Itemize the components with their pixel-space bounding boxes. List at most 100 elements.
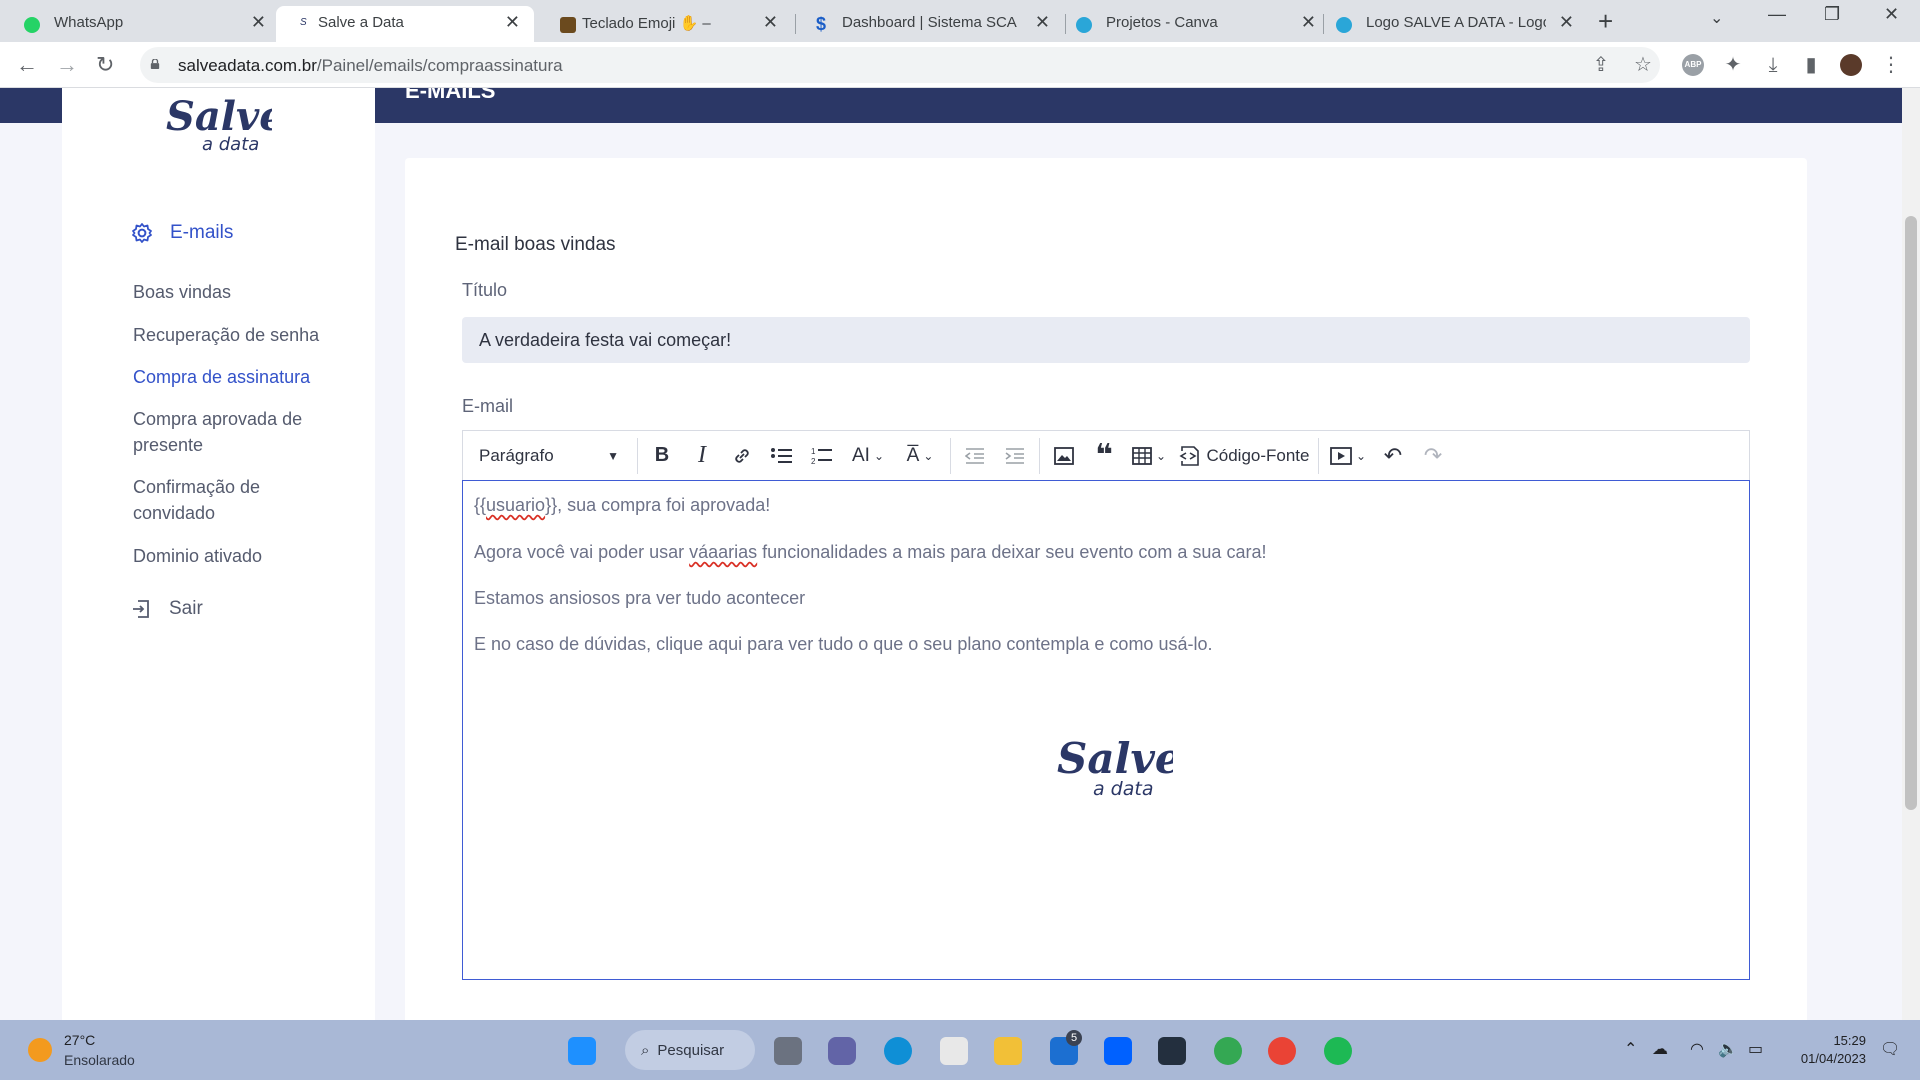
- sidebar-item-confirmacao-convidado[interactable]: Confirmação de convidado: [133, 474, 293, 526]
- close-tab-icon[interactable]: ✕: [251, 12, 266, 33]
- download-icon[interactable]: ⤓: [1762, 54, 1784, 76]
- weather-temperature[interactable]: 27°C: [64, 1032, 95, 1048]
- chrome-profile-icon[interactable]: [1214, 1037, 1242, 1065]
- url-host: salveadata.com.br: [178, 56, 317, 75]
- edge-browser-icon[interactable]: [884, 1037, 912, 1065]
- page-scrollbar-thumb[interactable]: [1905, 216, 1917, 810]
- bulleted-list-icon: [771, 447, 792, 463]
- battery-icon[interactable]: ▭: [1748, 1039, 1763, 1059]
- windows-start-icon[interactable]: [568, 1037, 596, 1065]
- tab-logo-canva[interactable]: Logo SALVE A DATA - Logo ✕: [1324, 6, 1588, 42]
- sidebar: Salve a data E-mails Boas vindas Recuper…: [62, 88, 375, 1020]
- font-style-icon: A̅: [906, 444, 920, 466]
- numbered-list-button[interactable]: 12: [802, 431, 842, 481]
- italic-button[interactable]: I: [682, 431, 722, 481]
- salve-icon: S: [300, 17, 316, 33]
- paragraph-select-value: Parágrafo: [479, 445, 554, 465]
- forward-arrow-icon[interactable]: →: [56, 52, 78, 78]
- tab-search-chevron-icon[interactable]: ⌄: [1710, 8, 1723, 28]
- spotify-icon[interactable]: [1324, 1037, 1352, 1065]
- amazon-icon[interactable]: [1158, 1037, 1186, 1065]
- toolbar-separator: [1318, 437, 1319, 474]
- close-tab-icon[interactable]: ✕: [505, 12, 520, 33]
- more-menu-icon[interactable]: ⋮: [1880, 54, 1902, 76]
- task-view-icon[interactable]: [774, 1037, 802, 1065]
- close-window-button[interactable]: ✕: [1884, 4, 1899, 25]
- url-text[interactable]: salveadata.com.br/Painel/emails/compraas…: [178, 56, 563, 76]
- sidebar-section-emails[interactable]: E-mails: [131, 222, 233, 244]
- blockquote-button[interactable]: ❝: [1084, 431, 1124, 481]
- sidebar-item-dominio-ativado[interactable]: Dominio ativado: [133, 543, 262, 569]
- redo-button[interactable]: ↷: [1413, 431, 1453, 481]
- tab-teclado-emoji[interactable]: Teclado Emoji ✋ – ✕: [536, 6, 792, 42]
- title-input[interactable]: [462, 317, 1750, 363]
- sidebar-item-recuperacao-senha[interactable]: Recuperação de senha: [133, 322, 319, 348]
- bold-button[interactable]: B: [642, 431, 682, 481]
- tab-dashboard-sca[interactable]: $ Dashboard | Sistema SCA ✕: [796, 6, 1064, 42]
- tab-whatsapp[interactable]: WhatsApp ✕: [0, 6, 280, 42]
- insert-media-dropdown[interactable]: ⌄: [1323, 431, 1373, 481]
- mail-badge: 5: [1066, 1030, 1082, 1046]
- close-tab-icon[interactable]: ✕: [1035, 12, 1050, 33]
- paragraph-select[interactable]: Parágrafo ▼: [463, 431, 633, 481]
- new-tab-button[interactable]: +: [1598, 6, 1613, 37]
- extensions-puzzle-icon[interactable]: ✦: [1722, 54, 1744, 76]
- email-logo-line2: a data: [1093, 778, 1153, 800]
- notifications-icon[interactable]: 🗨: [1880, 1039, 1900, 1059]
- minimize-button[interactable]: —: [1768, 4, 1786, 25]
- onedrive-icon[interactable]: ☁: [1652, 1039, 1668, 1059]
- tab-salve-a-data[interactable]: S Salve a Data ✕: [276, 6, 534, 42]
- file-explorer-icon[interactable]: [994, 1037, 1022, 1065]
- restore-button[interactable]: ❐: [1824, 4, 1840, 25]
- sidebar-item-compra-assinatura[interactable]: Compra de assinatura: [133, 364, 310, 390]
- bookmark-star-icon[interactable]: ☆: [1632, 54, 1654, 76]
- share-icon[interactable]: ⇪: [1590, 54, 1612, 76]
- outdent-button[interactable]: [955, 431, 995, 481]
- close-tab-icon[interactable]: ✕: [1301, 12, 1316, 33]
- taskbar-search[interactable]: ⌕ Pesquisar: [625, 1030, 755, 1070]
- sidebar-item-compra-aprovada-presente[interactable]: Compra aprovada de presente: [133, 406, 333, 458]
- side-panel-icon[interactable]: ▮: [1800, 54, 1822, 76]
- chrome-icon[interactable]: [1268, 1037, 1296, 1065]
- reload-icon[interactable]: ↻: [96, 52, 114, 78]
- font-family-dropdown[interactable]: A̅ ⌄: [894, 431, 946, 481]
- undo-button[interactable]: ↶: [1373, 431, 1413, 481]
- system-clock[interactable]: 15:29 01/04/2023: [1801, 1032, 1866, 1068]
- sidebar-section-label: E-mails: [170, 222, 234, 243]
- adblock-extension-icon[interactable]: ABP: [1682, 54, 1704, 76]
- volume-icon[interactable]: 🔈: [1718, 1039, 1738, 1059]
- email-body-line-4: E no caso de dúvidas, clique aqui para v…: [474, 634, 1213, 654]
- font-size-dropdown[interactable]: AI ⌄: [842, 431, 894, 481]
- sidebar-item-boas-vindas[interactable]: Boas vindas: [133, 279, 231, 305]
- link-button[interactable]: [722, 431, 762, 481]
- teams-chat-icon[interactable]: [828, 1037, 856, 1065]
- microsoft-store-icon[interactable]: [940, 1037, 968, 1065]
- profile-avatar[interactable]: [1840, 54, 1862, 76]
- close-tab-icon[interactable]: ✕: [1559, 12, 1574, 33]
- sun-icon[interactable]: [28, 1038, 52, 1062]
- numbered-list-icon: 12: [811, 447, 832, 466]
- source-code-button[interactable]: Código-Fonte: [1174, 431, 1314, 481]
- indent-button[interactable]: [995, 431, 1035, 481]
- browser-tab-strip: WhatsApp ✕ S Salve a Data ✕ Teclado Emoj…: [0, 0, 1920, 42]
- windows-taskbar: 27°C Ensolarado ⌕ Pesquisar 5 ⌃ ☁ ◠ 🔈 ▭ …: [0, 1020, 1920, 1080]
- tab-projetos-canva[interactable]: Projetos - Canva ✕: [1066, 6, 1330, 42]
- tab-title: Salve a Data: [318, 14, 404, 31]
- dropbox-icon[interactable]: [1104, 1037, 1132, 1065]
- quote-icon: ❝: [1095, 439, 1113, 472]
- brand-logo[interactable]: Salve a data: [162, 88, 285, 163]
- email-logo-image[interactable]: Salve a data: [1053, 729, 1182, 814]
- insert-table-dropdown[interactable]: ⌄: [1124, 431, 1174, 481]
- wifi-icon[interactable]: ◠: [1690, 1039, 1704, 1059]
- weather-description[interactable]: Ensolarado: [64, 1052, 135, 1068]
- email-body-editor[interactable]: {{usuario}}, sua compra foi aprovada! Ag…: [462, 480, 1750, 980]
- insert-image-button[interactable]: [1044, 431, 1084, 481]
- chevron-down-icon: ⌄: [1155, 448, 1167, 463]
- header-band-title: E-MAILS: [405, 88, 496, 103]
- back-arrow-icon[interactable]: ←: [16, 52, 38, 78]
- show-hidden-icons-chevron-icon[interactable]: ⌃: [1624, 1039, 1637, 1059]
- logout-link[interactable]: Sair: [131, 598, 203, 620]
- clock-date: 01/04/2023: [1800, 1051, 1866, 1066]
- bulleted-list-button[interactable]: [762, 431, 802, 481]
- close-tab-icon[interactable]: ✕: [763, 12, 778, 33]
